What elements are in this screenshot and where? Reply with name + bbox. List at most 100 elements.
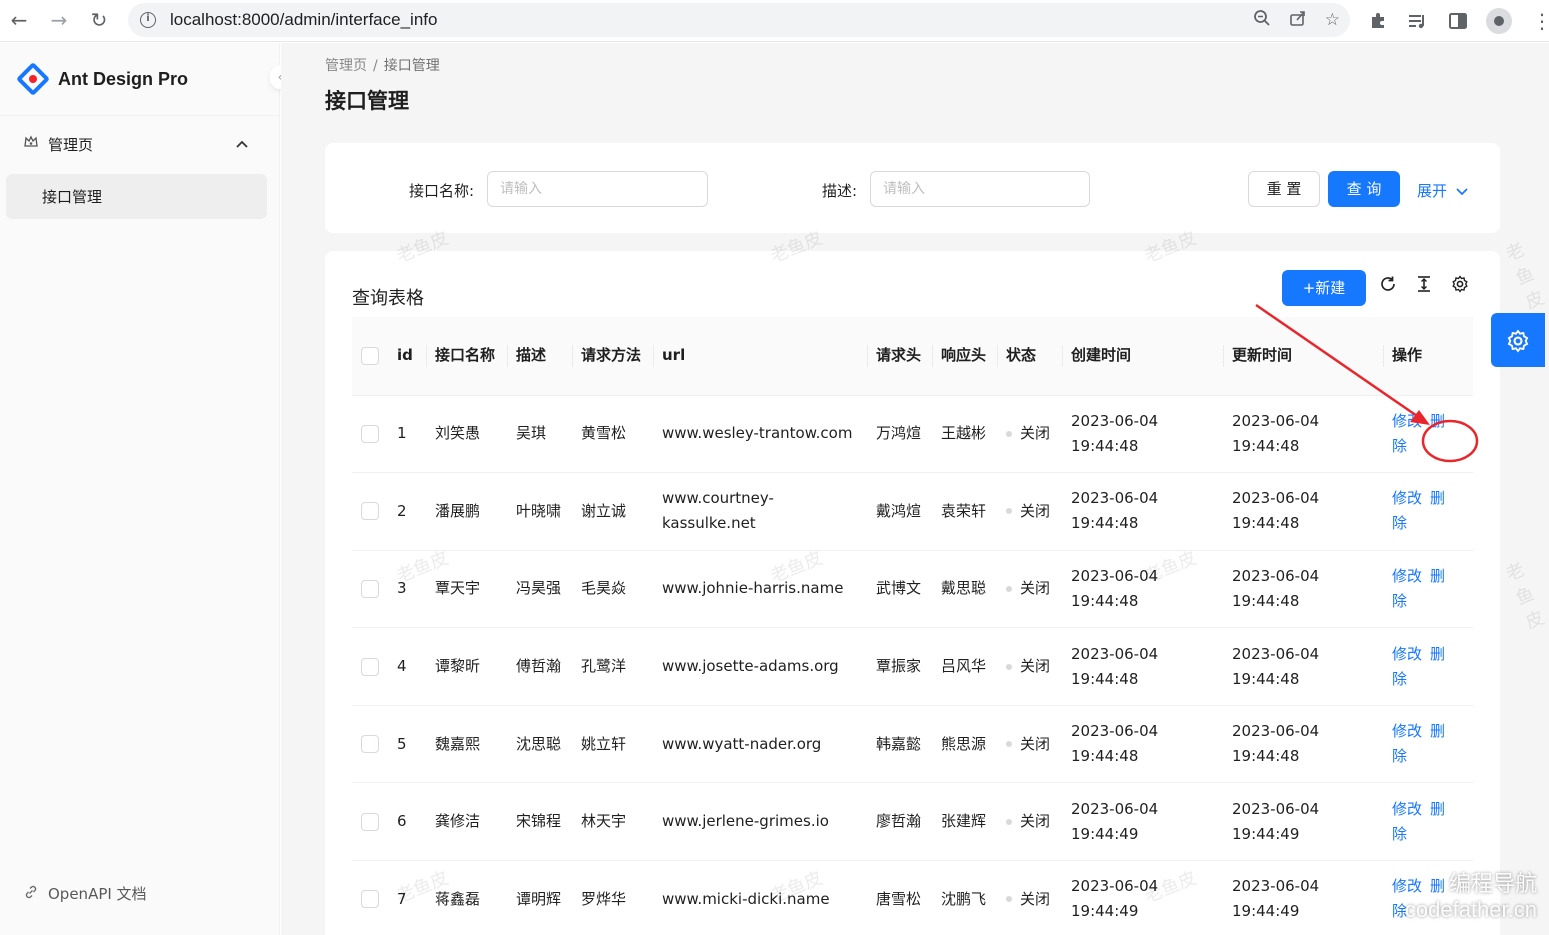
setting-icon xyxy=(1506,325,1530,355)
created-time: 19:44:48 xyxy=(1071,514,1139,533)
cell-desc: 傅哲瀚 xyxy=(507,627,572,706)
cell-updated: 2023-06-04 19:44:48 xyxy=(1223,627,1383,706)
select-all-checkbox[interactable] xyxy=(361,346,379,365)
side-panel-icon[interactable] xyxy=(1448,4,1468,38)
sidebar-item-interface[interactable]: 接口管理 xyxy=(6,174,267,219)
status-text: 关闭 xyxy=(1020,889,1051,908)
info-icon[interactable]: i xyxy=(140,12,156,28)
row-checkbox[interactable] xyxy=(361,735,379,754)
star-icon[interactable]: ☆ xyxy=(1325,10,1340,30)
cell-actions: 修改 删除 xyxy=(1383,550,1473,629)
expand-toggle[interactable]: 展开 xyxy=(1417,180,1468,201)
cell-actions: 修改 删除 xyxy=(1383,627,1473,706)
column-height-icon[interactable] xyxy=(1413,275,1435,298)
cell-name: 刘笑愚 xyxy=(426,395,507,474)
column-header-id: id xyxy=(388,317,426,396)
created-date: 2023-06-04 xyxy=(1071,489,1159,508)
updated-date: 2023-06-04 xyxy=(1232,489,1320,508)
more-vertical-icon[interactable]: ⋮ xyxy=(1532,4,1549,38)
edit-link[interactable]: 修改 xyxy=(1392,489,1422,507)
chevron-up-icon[interactable] xyxy=(236,137,248,151)
edit-link[interactable]: 修改 xyxy=(1392,800,1422,818)
refresh-icon[interactable] xyxy=(1377,275,1399,298)
openapi-doc-link[interactable]: OpenAPI 文档 xyxy=(48,883,147,904)
breadcrumb-item[interactable]: 管理页 xyxy=(325,58,367,74)
name-search-input[interactable]: 请输入 xyxy=(487,171,708,207)
status-dot xyxy=(1006,663,1012,670)
cell-updated: 2023-06-04 19:44:49 xyxy=(1223,782,1383,862)
updated-date: 2023-06-04 xyxy=(1232,722,1320,741)
search-form: 接口名称: 请输入 描述: 请输入 重 置 查 询 展开 xyxy=(325,143,1500,233)
link-icon xyxy=(24,885,38,903)
edit-link[interactable]: 修改 xyxy=(1392,645,1422,663)
chevron-down-icon xyxy=(1456,182,1468,200)
cell-actions: 修改 删除 xyxy=(1383,705,1473,784)
column-header-created: 创建时间 xyxy=(1062,317,1223,396)
cell-created: 2023-06-04 19:44:49 xyxy=(1062,860,1223,935)
updated-time: 19:44:49 xyxy=(1232,824,1300,843)
sidebar-footer-openapi[interactable]: OpenAPI 文档 xyxy=(24,883,147,904)
cell-actions: 修改 删除 xyxy=(1383,472,1473,551)
updated-date: 2023-06-04 xyxy=(1232,644,1320,663)
new-button[interactable]: +新建 xyxy=(1282,270,1366,306)
puzzle-icon[interactable] xyxy=(1368,4,1388,38)
status-text: 关闭 xyxy=(1020,579,1051,598)
arrow-right-icon[interactable]: → xyxy=(42,3,76,37)
table-row: 2 潘展鹏 叶晓啸 谢立诚 www.courtney-kassulke.net … xyxy=(352,472,1473,551)
row-checkbox[interactable] xyxy=(361,890,379,909)
cell-id: 5 xyxy=(388,705,426,784)
desc-search-input[interactable]: 请输入 xyxy=(870,171,1090,207)
cell-updated: 2023-06-04 19:44:49 xyxy=(1223,860,1383,935)
cell-response-header: 张建辉 xyxy=(932,782,997,862)
cell-name: 覃天宇 xyxy=(426,550,507,629)
edit-link[interactable]: 修改 xyxy=(1392,412,1422,430)
updated-time: 19:44:49 xyxy=(1232,902,1300,921)
cell-url: www.johnie-harris.name xyxy=(653,550,867,629)
cell-method: 毛昊焱 xyxy=(572,550,653,629)
address-bar[interactable]: i localhost:8000/admin/interface_info ☆ xyxy=(128,3,1350,37)
column-header-response-header: 响应头 xyxy=(932,317,997,396)
setting-drawer-button[interactable] xyxy=(1491,313,1545,367)
row-checkbox[interactable] xyxy=(361,579,379,598)
sidebar-group-admin[interactable]: 管理页 xyxy=(0,121,280,167)
zoom-icon[interactable] xyxy=(1253,9,1271,32)
page-title: 接口管理 xyxy=(325,89,409,113)
updated-time: 19:44:48 xyxy=(1232,747,1300,766)
edit-link[interactable]: 修改 xyxy=(1392,567,1422,585)
cell-created: 2023-06-04 19:44:48 xyxy=(1062,627,1223,706)
cell-updated: 2023-06-04 19:44:48 xyxy=(1223,395,1383,474)
column-header-desc: 描述 xyxy=(507,317,572,396)
expand-label: 展开 xyxy=(1417,182,1448,200)
sidebar: Ant Design Pro ‹ 管理页 接口管理 OpenAPI 文档 xyxy=(0,43,290,935)
cell-method: 黄雪松 xyxy=(572,395,653,474)
cell-url: www.jerlene-grimes.io xyxy=(653,782,867,862)
row-checkbox[interactable] xyxy=(361,424,379,443)
row-checkbox[interactable] xyxy=(361,502,379,521)
media-list-icon[interactable] xyxy=(1407,4,1427,38)
row-checkbox[interactable] xyxy=(361,812,379,831)
sidebar-group-label: 管理页 xyxy=(48,135,94,154)
status-text: 关闭 xyxy=(1020,657,1051,676)
table-row: 7 蒋鑫磊 谭明辉 罗烨华 www.micki-dicki.name 唐雪松 沈… xyxy=(352,860,1473,935)
address-url[interactable]: localhost:8000/admin/interface_info xyxy=(170,10,437,30)
profile-icon[interactable] xyxy=(1486,4,1512,38)
cell-url: www.wesley-trantow.com xyxy=(653,395,867,474)
share-icon[interactable] xyxy=(1289,9,1307,32)
cell-method: 孔鹭洋 xyxy=(572,627,653,706)
arrow-left-icon[interactable]: ← xyxy=(2,3,36,37)
setting-icon[interactable] xyxy=(1449,275,1471,298)
edit-link[interactable]: 修改 xyxy=(1392,877,1422,895)
main-content: 管理页 / 接口管理 接口管理 接口名称: 请输入 描述: 请输入 重 置 查 询 … xyxy=(281,43,1549,935)
cell-id: 3 xyxy=(388,550,426,629)
edit-link[interactable]: 修改 xyxy=(1392,722,1422,740)
reload-icon[interactable]: ↻ xyxy=(82,3,116,37)
table-row: 3 覃天宇 冯昊强 毛昊焱 www.johnie-harris.name 武博文… xyxy=(352,550,1473,629)
sidebar-logo[interactable]: Ant Design Pro xyxy=(0,43,279,116)
cell-method: 林天宇 xyxy=(572,782,653,862)
row-checkbox[interactable] xyxy=(361,657,379,676)
reset-button[interactable]: 重 置 xyxy=(1248,171,1320,207)
column-header-url: url xyxy=(653,317,867,396)
query-button[interactable]: 查 询 xyxy=(1328,171,1400,207)
column-header-name: 接口名称 xyxy=(426,317,507,396)
select-all-cell xyxy=(352,317,388,396)
